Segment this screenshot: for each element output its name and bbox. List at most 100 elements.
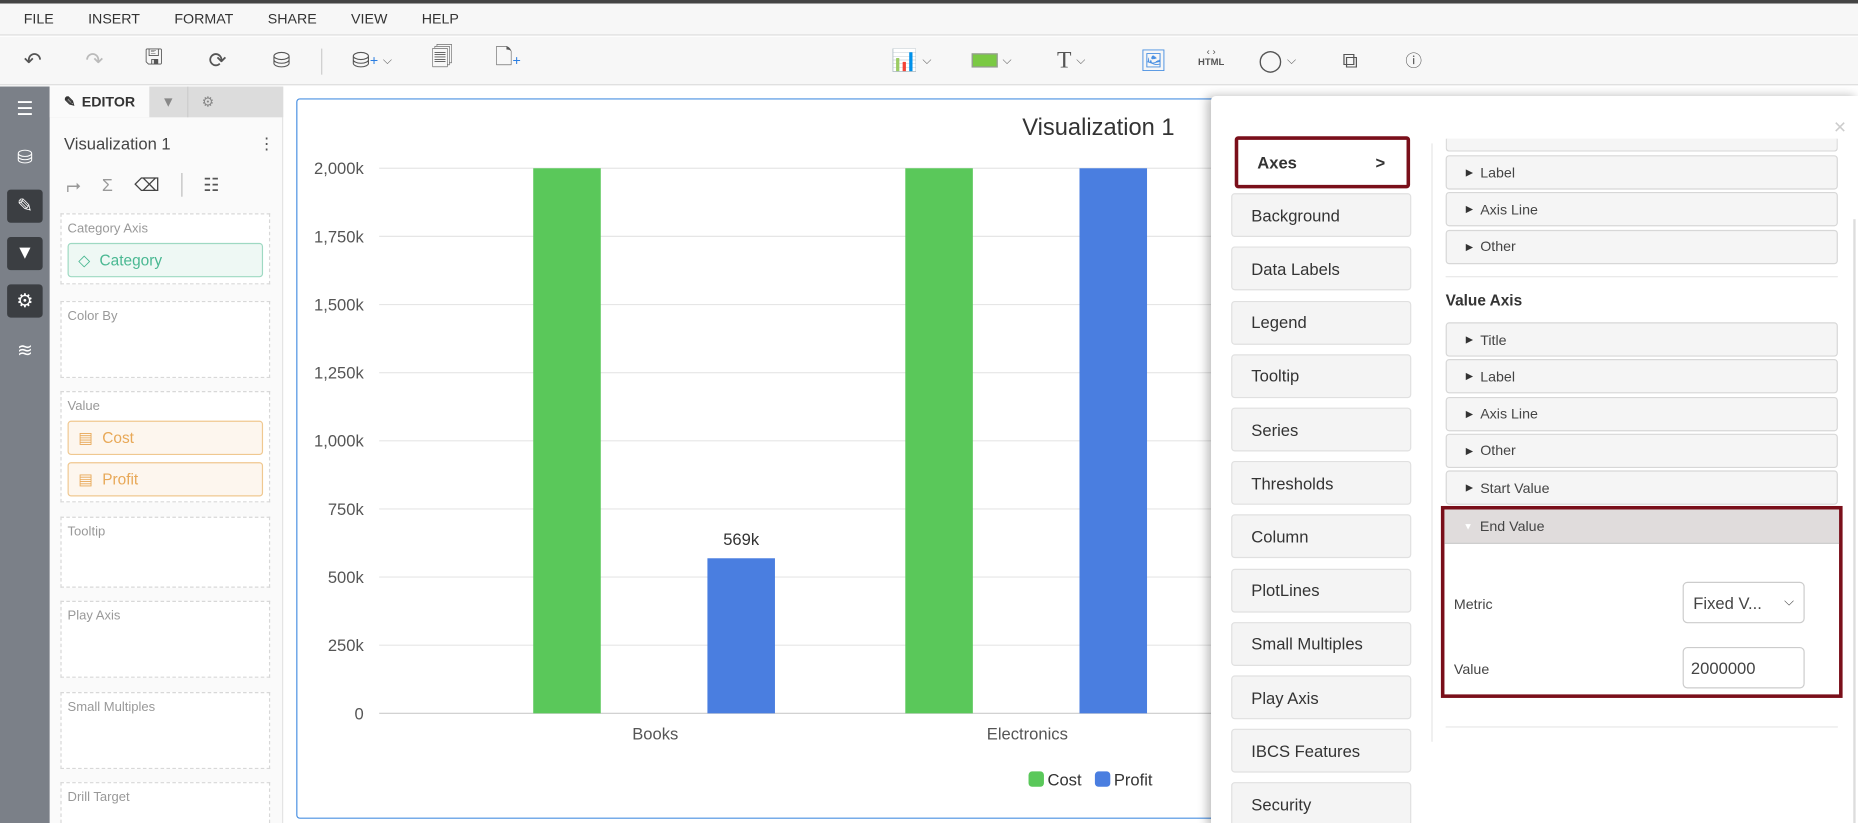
nav-data-labels[interactable]: Data Labels: [1231, 246, 1412, 291]
shapes-icon[interactable]: ◯ ⌵: [1258, 46, 1296, 74]
add-datasource-icon[interactable]: ⛁ + ⌵: [352, 46, 392, 74]
list-icon[interactable]: ☰: [7, 92, 43, 125]
bar-cost: [533, 168, 601, 714]
filter-icon[interactable]: ▼: [7, 236, 43, 271]
field-pill[interactable]: ▤ Profit: [67, 462, 264, 497]
accordion-label[interactable]: ▶ Label: [1445, 155, 1838, 190]
end-value-highlight: ▼ End Value Metric Fixed V... ⌵ Value: [1440, 505, 1843, 698]
nav-tooltip[interactable]: Tooltip: [1231, 354, 1412, 398]
well-label: Tooltip: [67, 524, 106, 540]
menu-view[interactable]: VIEW: [351, 11, 387, 28]
y-tick-label: 750k: [328, 500, 365, 519]
y-tick-label: 0: [355, 704, 364, 723]
database-icon[interactable]: ⛁: [7, 141, 43, 174]
well-color-by[interactable]: Color By: [60, 300, 271, 378]
menu-help[interactable]: HELP: [422, 11, 459, 28]
legend-swatch-cost: [1028, 771, 1044, 787]
editor-panel: ✎ EDITOR ▼ ⚙ Visualization 1 ⋮ ⮣ Σ ⌫ ☷ Ca…: [49, 86, 284, 823]
tab-editor[interactable]: ✎ EDITOR: [49, 86, 150, 118]
metric-label: Metric: [1453, 596, 1493, 613]
color-picker-icon[interactable]: ⌵: [971, 46, 1011, 74]
end-value-input[interactable]: [1682, 646, 1805, 689]
legend-label: Profit: [1114, 771, 1153, 790]
menu-insert[interactable]: INSERT: [88, 11, 140, 28]
nav-security[interactable]: Security: [1231, 782, 1412, 823]
y-tick-label: 250k: [328, 636, 365, 655]
nav-play-axis[interactable]: Play Axis: [1231, 675, 1412, 720]
nav-axes[interactable]: Axes >: [1234, 136, 1411, 189]
datasource-info-icon[interactable]: ⛁: [273, 46, 291, 74]
well-drill-target[interactable]: Drill Target: [60, 782, 271, 823]
nav-column[interactable]: Column: [1231, 514, 1412, 559]
y-tick-label: 2,000k: [314, 159, 364, 178]
undo-icon[interactable]: ↶: [24, 46, 42, 74]
field-pill[interactable]: ◇ Category: [67, 242, 264, 278]
accordion-label[interactable]: ▶ Label: [1445, 359, 1838, 394]
menu-format[interactable]: FORMAT: [174, 11, 233, 28]
value-axis-heading: Value Axis: [1445, 291, 1523, 310]
nav-thresholds[interactable]: Thresholds: [1231, 461, 1412, 506]
data-label: 569k: [723, 530, 760, 549]
visualization-name[interactable]: Visualization 1: [64, 134, 171, 153]
accordion-other[interactable]: ▶ Other: [1445, 229, 1838, 264]
well-small-multiples[interactable]: Small Multiples: [60, 692, 271, 770]
sigma-icon[interactable]: Σ: [102, 175, 113, 195]
swap-axes-icon[interactable]: ⮣: [66, 175, 80, 195]
caret-right-icon: ▶: [1465, 445, 1474, 457]
nav-small-multiples[interactable]: Small Multiples: [1231, 621, 1412, 666]
accordion-title[interactable]: ▶ Title: [1445, 322, 1838, 357]
well-label: Small Multiples: [67, 700, 156, 715]
well-label: Drill Target: [67, 790, 130, 805]
more-options-icon[interactable]: ⋮: [258, 134, 275, 154]
nav-plotlines[interactable]: PlotLines: [1231, 568, 1412, 613]
nav-series[interactable]: Series: [1231, 407, 1412, 452]
nav-ibcs-features[interactable]: IBCS Features: [1231, 728, 1412, 773]
add-chart-icon[interactable]: 📊 ⌵: [891, 46, 931, 74]
well-play-axis[interactable]: Play Axis: [60, 600, 271, 678]
accordion-other[interactable]: ▶ Other: [1445, 433, 1838, 468]
caret-right-icon: ▶: [1465, 482, 1474, 494]
menu-share[interactable]: SHARE: [268, 11, 317, 28]
well-tooltip[interactable]: Tooltip: [60, 516, 271, 588]
refresh-icon[interactable]: ⟳: [209, 46, 227, 74]
eraser-icon[interactable]: ⌫: [134, 174, 159, 195]
end-value-accordion[interactable]: ▼ End Value: [1444, 509, 1840, 544]
close-icon[interactable]: ×: [1834, 115, 1846, 140]
section-divider: [1445, 276, 1838, 278]
menu-file[interactable]: FILE: [24, 11, 54, 28]
redo-icon[interactable]: ↷: [85, 46, 103, 74]
caret-right-icon: ▶: [1465, 167, 1474, 178]
well-category-axis[interactable]: Category Axis ◇ Category: [60, 213, 271, 285]
info-icon[interactable]: ⓘ: [1405, 46, 1422, 74]
metric-select[interactable]: Fixed V... ⌵: [1682, 581, 1805, 624]
accordion-axis-line[interactable]: ▶ Axis Line: [1445, 192, 1838, 227]
left-rail: ☰ ⛁ ✎ ▼ ⚙ ≋: [0, 86, 50, 823]
caret-right-icon: ▶: [1465, 334, 1474, 345]
dimension-icon: ◇: [78, 250, 91, 269]
html-icon[interactable]: ‹ › HTML: [1198, 46, 1224, 74]
duplicate-page-icon[interactable]: 🗐: [431, 45, 452, 74]
pencil-icon[interactable]: ✎: [7, 189, 43, 223]
copy-widget-icon[interactable]: ⧉: [1343, 46, 1358, 74]
new-page-icon[interactable]: 🗋 +: [495, 45, 520, 74]
accordion-start-value[interactable]: ▶ Start Value: [1445, 470, 1838, 506]
accordion-axis-line[interactable]: ▶ Axis Line: [1445, 396, 1838, 431]
gear-icon[interactable]: ⚙: [7, 284, 43, 318]
tab-filter[interactable]: ▼: [149, 86, 189, 118]
menu-bar: FILE INSERT FORMAT SHARE VIEW HELP: [0, 3, 1858, 36]
well-value[interactable]: Value ▤ Cost ▤ Profit: [60, 391, 271, 503]
x-tick-label: Electronics: [987, 724, 1068, 743]
sliders-icon[interactable]: ☷: [203, 174, 219, 195]
layers-icon[interactable]: ≋: [7, 334, 43, 367]
nav-legend[interactable]: Legend: [1231, 300, 1412, 345]
image-icon[interactable]: 🖼: [1140, 46, 1167, 74]
field-pill[interactable]: ▤ Cost: [67, 420, 264, 456]
well-label: Color By: [67, 309, 118, 324]
nav-background[interactable]: Background: [1231, 193, 1412, 238]
well-label: Value: [67, 399, 100, 414]
text-icon[interactable]: T ⌵: [1057, 46, 1085, 74]
accordion-partial: [1445, 138, 1838, 152]
tab-settings[interactable]: ⚙: [188, 87, 227, 118]
scrollbar[interactable]: [1853, 219, 1856, 823]
save-icon[interactable]: 🖫: [145, 45, 163, 74]
